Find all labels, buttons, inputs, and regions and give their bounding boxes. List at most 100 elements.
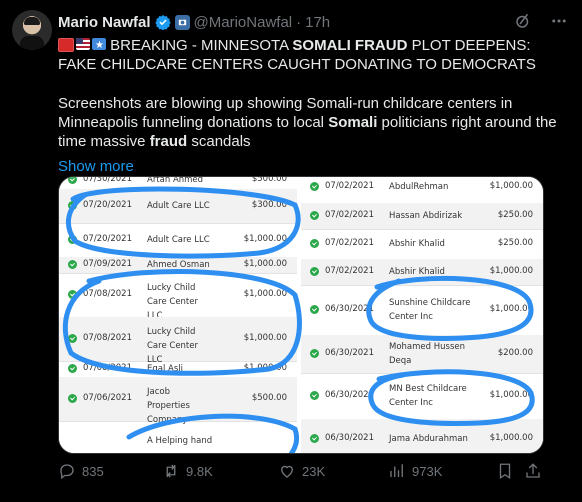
right-table-row: 06/30/2021 Sunshine Childcare Center Inc $… — [301, 285, 543, 336]
affiliate-logo-icon — [178, 19, 186, 25]
donation-date: 07/20/2021 — [83, 234, 132, 244]
donor-name: A Helping hand — [147, 436, 213, 446]
donor-name: Mohamed Hussen Deqa — [389, 342, 465, 366]
donation-date: 06/30/2021 — [325, 433, 374, 443]
donation-date: 07/02/2021 — [325, 210, 374, 220]
donation-date: 07/08/2021 — [83, 333, 132, 343]
donor-name: Abshir Khalid — [389, 267, 445, 277]
donation-date: 07/02/2021 — [325, 266, 374, 276]
check-icon — [68, 201, 77, 210]
left-table-row: 07/08/2021 Lucky Child Care Center LLC $1,… — [59, 317, 297, 365]
tweet-header: Mario Nawfal @MarioNawfal · 17h — [58, 12, 330, 32]
donation-amount: $1,000.00 — [243, 363, 287, 373]
check-icon — [68, 394, 77, 403]
heart-icon — [281, 465, 293, 478]
donation-date: 07/06/2021 — [83, 393, 132, 403]
views-button[interactable]: 973K — [388, 462, 442, 480]
donor-name: Jama Abdurahman — [389, 434, 468, 444]
bookmark-icon — [499, 463, 511, 480]
donation-amount: $200.00 — [497, 348, 533, 358]
avatar-hair — [24, 17, 40, 25]
grok-icon[interactable] — [514, 12, 532, 30]
left-table-row: 07/20/2021 Adult Care LLC $300.00 — [59, 189, 297, 224]
check-icon — [68, 235, 77, 244]
donation-amount: $500.00 — [251, 393, 287, 403]
tweet-body: Screenshots are blowing up showing Somal… — [58, 94, 558, 151]
tweet[interactable]: Mario Nawfal @MarioNawfal · 17h BREAKING… — [0, 0, 582, 502]
check-icon — [310, 305, 319, 314]
check-icon — [68, 290, 77, 299]
donation-date: 06/30/2021 — [325, 304, 374, 314]
donor-name: Adult Care LLC — [147, 201, 210, 211]
share-button[interactable] — [524, 462, 542, 480]
right-table-row: 06/30/2021 Jama Abdurahman $1,000.00 — [301, 419, 543, 453]
check-icon — [310, 391, 319, 400]
screenshot-right[interactable]: 07/02/2021 AbdulRehman $1,000.00 07/02/2021… — [301, 177, 543, 453]
action-bar: 835 9.8K 23K 973K — [58, 462, 568, 482]
right-table-row: 06/30/2021 MN Best Childcare Center Inc $1… — [301, 373, 543, 420]
donor-name: AbdulRehman — [389, 182, 449, 192]
bookmark-button[interactable] — [496, 462, 514, 480]
donor-name: Egal Asli — [147, 364, 184, 374]
reply-icon — [60, 464, 74, 480]
donor-name: MN Best Childcare Center Inc — [389, 384, 467, 408]
like-button[interactable]: 23K — [278, 462, 325, 480]
right-table-row: 07/02/2021 AbdulRehman $1,000.00 — [301, 177, 543, 204]
repost-button[interactable]: 9.8K — [162, 462, 213, 480]
right-table-row: 07/02/2021 Abshir Khalid $1,000.00 — [301, 259, 543, 286]
author-avatar[interactable] — [12, 10, 52, 50]
donation-amount: $1,000.00 — [489, 304, 533, 314]
left-table-row: 07/20/2021 Adult Care LLC $1,000.00 — [59, 223, 297, 258]
tweet-text: BREAKING - MINNESOTA SOMALI FRAUD PLOT D… — [58, 36, 558, 176]
check-icon — [68, 334, 77, 343]
donation-date: 07/08/2021 — [83, 363, 132, 373]
right-table-row: 06/30/2021 Mohamed Hussen Deqa $200.00 — [301, 335, 543, 374]
donation-amount: $1,000.00 — [489, 390, 533, 400]
check-icon — [310, 182, 319, 191]
share-icon — [526, 463, 540, 478]
somalia-flag-icon — [92, 36, 106, 55]
donation-amount: $1,000.00 — [243, 259, 287, 269]
post-time[interactable]: 17h — [305, 14, 330, 31]
donation-date: 07/02/2021 — [325, 181, 374, 191]
repost-icon — [166, 464, 176, 478]
headline-bold: SOMALI FRAUD — [292, 37, 408, 54]
body-part-3: scandals — [187, 133, 251, 150]
donor-name: Abshir Khalid — [389, 239, 445, 249]
donation-amount: $250.00 — [497, 238, 533, 248]
body-bold-2: fraud — [149, 133, 188, 150]
donation-date: 06/30/2021 — [325, 390, 374, 400]
flag-emojis — [58, 36, 106, 55]
reply-button[interactable]: 835 — [58, 462, 104, 480]
check-icon — [310, 211, 319, 220]
top-actions — [514, 12, 568, 30]
screenshot-left[interactable]: 07/30/2021 Artan Ahmed $500.00 07/20/2021 Ad… — [59, 177, 297, 453]
check-icon — [68, 177, 77, 184]
donation-amount: $1,000.00 — [243, 289, 287, 299]
right-table-row: 07/02/2021 Abshir Khalid $250.00 — [301, 229, 543, 260]
check-icon — [310, 349, 319, 358]
reply-count: 835 — [82, 463, 104, 479]
us-flag-icon — [76, 38, 90, 50]
left-table-row: 07/06/2021 Jacob Properties Company $500.0… — [59, 377, 297, 425]
donation-amount: $1,000.00 — [489, 266, 533, 276]
donation-date: 07/30/2021 — [83, 177, 132, 184]
more-icon[interactable] — [550, 12, 568, 30]
check-icon — [310, 434, 319, 443]
donation-date: 07/09/2021 — [83, 259, 132, 269]
author-handle[interactable]: @MarioNawfal — [194, 14, 293, 31]
show-more-link[interactable]: Show more — [58, 157, 558, 176]
verified-badge-icon — [154, 15, 171, 30]
left-table-row: 07/08/2021 Egal Asli $1,000.00 — [59, 361, 297, 378]
donor-name: Hassan Abdirizak — [389, 211, 463, 221]
views-icon — [390, 464, 403, 477]
avatar-shirt — [20, 36, 44, 50]
donation-amount: $1,000.00 — [243, 234, 287, 244]
affiliate-badge-icon[interactable] — [174, 14, 190, 30]
media-grid[interactable]: 07/30/2021 Artan Ahmed $500.00 07/20/2021 Ad… — [58, 176, 544, 454]
check-icon — [68, 260, 77, 269]
donor-name: Sunshine Childcare Center Inc — [389, 298, 471, 322]
right-table-row: 07/02/2021 Hassan Abdirizak $250.00 — [301, 203, 543, 230]
author-name[interactable]: Mario Nawfal — [58, 14, 151, 31]
check-icon — [68, 364, 77, 373]
